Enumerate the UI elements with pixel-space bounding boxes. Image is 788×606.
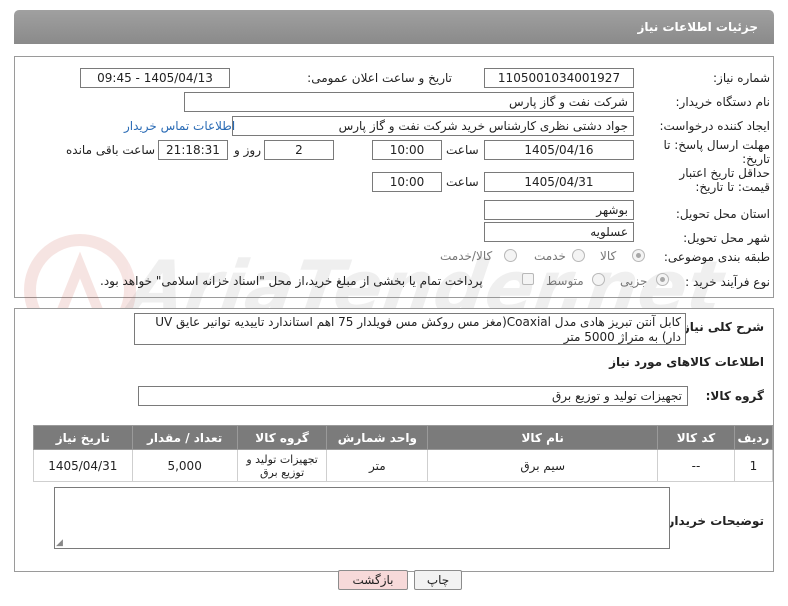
cell-unit: متر bbox=[326, 449, 429, 482]
need-number-field: 1105001034001927 bbox=[484, 68, 634, 88]
category-radio-goods[interactable] bbox=[632, 249, 645, 262]
cell-quantity: 5,000 bbox=[131, 449, 238, 482]
col-need-date: تاریخ نیاز bbox=[33, 425, 133, 450]
description-text: کابل آنتن تبریز هادی مدل Coaxial(مغز مس … bbox=[155, 315, 681, 344]
purchase-option-minor: جزیی bbox=[620, 274, 648, 288]
category-option-service: خدمت bbox=[534, 249, 566, 263]
buyer-org-label: نام دستگاه خریدار: bbox=[675, 95, 771, 109]
min-validity-time-label: ساعت bbox=[446, 175, 479, 189]
category-radio-service[interactable] bbox=[572, 249, 585, 262]
buyer-contact-link[interactable]: اطلاعات تماس خریدار bbox=[124, 119, 235, 133]
days-label: روز و bbox=[234, 143, 261, 157]
purchase-option-medium: متوسط bbox=[546, 274, 584, 288]
goods-group-field: تجهیزات تولید و توزیع برق bbox=[138, 386, 688, 406]
remaining-time-field: 21:18:31 bbox=[158, 140, 228, 160]
min-validity-date-field: 1405/04/31 bbox=[484, 172, 634, 192]
page-header: جزئیات اطلاعات نیاز bbox=[14, 10, 774, 44]
goods-table-header: ردیف کد کالا نام کالا واحد شمارش گروه کا… bbox=[33, 425, 774, 450]
description-label: شرح کلی نیاز: bbox=[678, 320, 764, 334]
description-textarea: کابل آنتن تبریز هادی مدل Coaxial(مغز مس … bbox=[134, 313, 686, 345]
goods-info-title: اطلاعات کالاهای مورد نیاز bbox=[609, 355, 764, 369]
resize-grip-icon[interactable]: ◢ bbox=[56, 538, 63, 548]
treasury-payment-note: پرداخت تمام یا بخشی از مبلغ خرید،از محل … bbox=[100, 274, 483, 288]
min-validity-label: حداقل تاریخ اعتبار قیمت: تا تاریخ: bbox=[679, 166, 770, 194]
buyer-notes-label: توضیحات خریدار: bbox=[662, 514, 764, 528]
col-group: گروه کالا bbox=[236, 425, 328, 450]
cell-group: تجهیزات تولید و توزیع برق bbox=[236, 449, 328, 482]
table-row: 1 -- سیم برق متر تجهیزات تولید و توزیع ب… bbox=[33, 449, 774, 482]
province-label: استان محل تحویل: bbox=[675, 207, 770, 221]
deadline-time-label: ساعت bbox=[446, 143, 479, 157]
days-remaining-field: 2 bbox=[264, 140, 334, 160]
deadline-label: مهلت ارسال پاسخ: تا تاریخ: bbox=[663, 138, 770, 166]
page-title: جزئیات اطلاعات نیاز bbox=[637, 20, 758, 34]
print-button[interactable]: چاپ bbox=[414, 570, 462, 590]
col-code: کد کالا bbox=[657, 425, 735, 450]
remaining-time-label: ساعت باقی مانده bbox=[66, 143, 156, 157]
purchase-radio-medium[interactable] bbox=[592, 273, 605, 286]
deadline-time-field: 10:00 bbox=[372, 140, 442, 160]
goods-group-label: گروه کالا: bbox=[705, 389, 764, 403]
category-radio-goods-service[interactable] bbox=[504, 249, 517, 262]
category-option-goods: کالا bbox=[600, 249, 617, 263]
city-label: شهر محل تحویل: bbox=[683, 231, 770, 245]
purchase-type-label: نوع فرآیند خرید : bbox=[685, 275, 770, 289]
cell-row: 1 bbox=[733, 449, 774, 482]
creator-label: ایجاد کننده درخواست: bbox=[659, 119, 770, 133]
purchase-radio-minor[interactable] bbox=[656, 273, 669, 286]
col-quantity: تعداد / مقدار bbox=[131, 425, 238, 450]
cell-code: -- bbox=[657, 449, 735, 482]
min-validity-time-field: 10:00 bbox=[372, 172, 442, 192]
back-button[interactable]: بازگشت bbox=[338, 570, 408, 590]
category-label: طبقه بندی موضوعی: bbox=[663, 250, 770, 264]
announce-date-field: 1405/04/13 - 09:45 bbox=[80, 68, 230, 88]
province-field: بوشهر bbox=[484, 200, 634, 220]
treasury-payment-checkbox[interactable] bbox=[522, 273, 534, 285]
col-row: ردیف bbox=[733, 425, 774, 450]
city-field: عسلویه bbox=[484, 222, 634, 242]
announce-date-label: تاریخ و ساعت اعلان عمومی: bbox=[307, 71, 452, 85]
need-number-label: شماره نیاز: bbox=[713, 71, 770, 85]
deadline-date-field: 1405/04/16 bbox=[484, 140, 634, 160]
cell-need-date: 1405/04/31 bbox=[33, 449, 133, 482]
col-unit: واحد شمارش bbox=[326, 425, 429, 450]
col-name: نام کالا bbox=[427, 425, 659, 450]
goods-table: ردیف کد کالا نام کالا واحد شمارش گروه کا… bbox=[33, 425, 774, 482]
creator-field: جواد دشتی نظری کارشناس خرید شرکت نفت و گ… bbox=[232, 116, 634, 136]
buyer-org-field: شرکت نفت و گاز پارس bbox=[184, 92, 634, 112]
category-option-goods-service: کالا/خدمت bbox=[440, 249, 493, 263]
cell-name: سیم برق bbox=[427, 449, 659, 482]
buyer-notes-textarea[interactable]: ◢ bbox=[54, 487, 670, 549]
